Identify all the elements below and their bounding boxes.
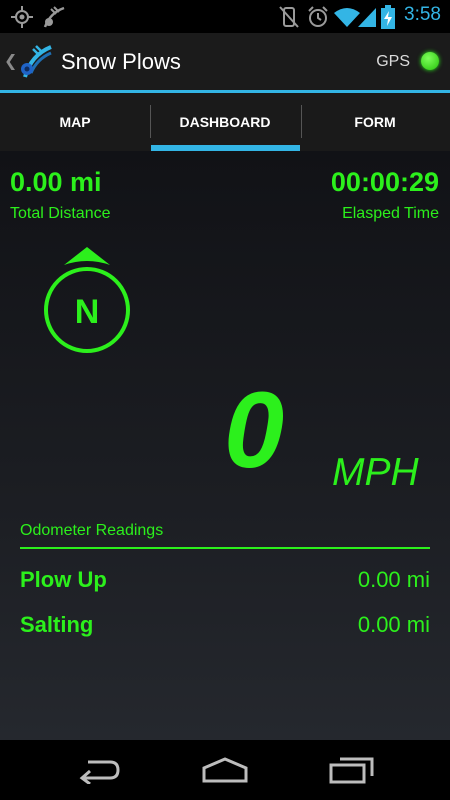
gps-status-indicator xyxy=(421,52,439,70)
odometer-label-salting: Salting xyxy=(20,612,94,637)
status-bar: 3:58 xyxy=(0,0,450,33)
odometer-value-salting: 0.00 mi xyxy=(357,612,430,637)
speed-unit: MPH xyxy=(332,451,419,494)
compass-arrow-icon xyxy=(64,247,110,265)
compass-heading: N xyxy=(75,293,100,331)
odometer-divider xyxy=(20,547,430,549)
cell-signal-icon xyxy=(356,5,378,34)
back-icon[interactable] xyxy=(78,756,122,789)
recent-apps-icon[interactable] xyxy=(328,756,374,789)
notification-app-icon xyxy=(42,5,66,34)
odometer-title: Odometer Readings xyxy=(20,522,164,539)
screen: 3:58 ❮ Snow Plows GPS MAP DASHBOARD FORM… xyxy=(0,0,450,800)
dashboard-panel: 0.00 mi Total Distance 00:00:29 Elasped … xyxy=(0,151,450,740)
gps-label: GPS xyxy=(376,53,410,70)
navigation-bar xyxy=(0,740,450,800)
status-clock: 3:58 xyxy=(404,4,441,25)
total-distance-value: 0.00 mi xyxy=(10,167,102,197)
action-bar: ❮ Snow Plows GPS xyxy=(0,33,450,93)
up-caret-icon[interactable]: ❮ xyxy=(4,51,17,71)
snow-plow-app-icon[interactable] xyxy=(17,43,53,84)
total-distance-label: Total Distance xyxy=(10,205,111,222)
tab-dashboard[interactable]: DASHBOARD xyxy=(150,93,300,151)
odometer-label-plow-up: Plow Up xyxy=(20,567,107,592)
gps-satellite-icon xyxy=(10,5,34,34)
compass-icon: N xyxy=(40,243,134,360)
elapsed-time-label: Elasped Time xyxy=(342,205,439,222)
alarm-icon xyxy=(306,5,330,34)
home-icon[interactable] xyxy=(201,756,249,789)
elapsed-time-value: 00:00:29 xyxy=(330,167,439,197)
speed-value: 0 xyxy=(224,369,285,490)
vibrate-icon xyxy=(278,5,300,34)
tab-form[interactable]: FORM xyxy=(300,93,450,151)
battery-charging-icon xyxy=(381,5,395,34)
tab-bar: MAP DASHBOARD FORM xyxy=(0,93,450,151)
tab-map[interactable]: MAP xyxy=(0,93,150,151)
odometer-value-plow-up: 0.00 mi xyxy=(357,567,430,592)
app-title: Snow Plows xyxy=(61,49,181,74)
